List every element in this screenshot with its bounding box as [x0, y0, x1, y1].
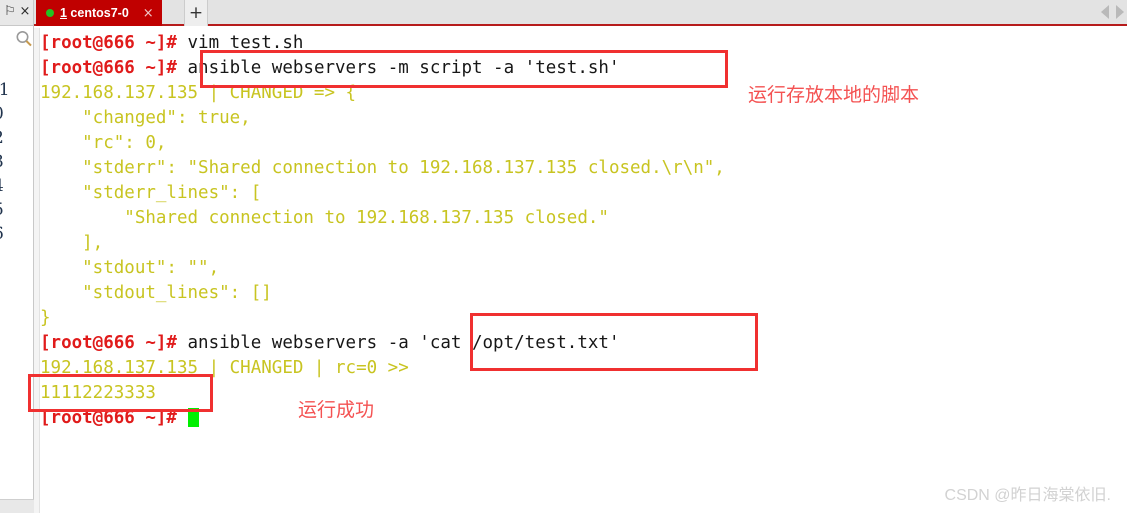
list-item[interactable]: 6 [0, 222, 33, 246]
dock-number-list: -1 0 2 3 4 5 6 [0, 78, 33, 246]
list-item[interactable]: 2 [0, 126, 33, 150]
left-dock-panel: ⚐ × -1 0 2 3 4 5 6 [0, 0, 34, 513]
shell-prompt: [root@666 ~]# [40, 33, 188, 53]
list-item[interactable]: -1 [0, 78, 33, 102]
shell-prompt: [root@666 ~]# [40, 58, 188, 78]
chevron-right-icon[interactable] [1116, 5, 1124, 19]
tab-nav-controls [1101, 5, 1124, 19]
list-item[interactable]: 4 [0, 174, 33, 198]
tab-label: 1 centos7-0 [60, 6, 129, 20]
list-item[interactable]: 0 [0, 102, 33, 126]
terminal-line: ], [40, 233, 104, 253]
watermark: CSDN @昨日海棠依旧. [944, 487, 1111, 504]
shell-command: ansible webservers -m script -a 'test.sh… [187, 58, 620, 78]
terminal-line: "stdout_lines": [] [40, 283, 272, 303]
shell-command: vim test.sh [187, 33, 304, 53]
terminal-line: "stdout": "", [40, 258, 220, 278]
terminal-line: [root@666 ~]# ansible webservers -m scri… [40, 56, 1120, 81]
terminal-line: "Shared connection to 192.168.137.135 cl… [40, 208, 609, 228]
terminal-line: [root@666 ~]# vim test.sh [40, 31, 1120, 56]
terminal-line: 192.168.137.135 | CHANGED | rc=0 >> [40, 358, 409, 378]
tab-mnemonic: 1 [60, 6, 67, 20]
terminal-line: "rc": 0, [40, 133, 167, 153]
tab-bar: 1 centos7-0 × + [34, 0, 1127, 26]
terminal-line: "stderr": "Shared connection to 192.168.… [40, 158, 725, 178]
terminal-line: "stderr_lines": [ [40, 183, 262, 203]
pin-icon[interactable]: ⚐ [3, 4, 17, 20]
new-tab-button[interactable]: + [184, 0, 208, 26]
list-item[interactable]: 3 [0, 150, 33, 174]
terminal-line: "changed": true, [40, 108, 251, 128]
dock-header: ⚐ × [0, 0, 33, 26]
terminal-lines: [root@666 ~]# vim test.sh [root@666 ~]# … [40, 31, 1120, 431]
shell-prompt: [root@666 ~]# [40, 333, 188, 353]
chevron-left-icon[interactable] [1101, 5, 1109, 19]
status-dot-icon [46, 9, 54, 17]
search-icon[interactable] [15, 30, 33, 48]
terminal-line: [root@666 ~]# [40, 406, 1120, 431]
shell-command: ansible webservers -a 'cat /opt/test.txt… [187, 333, 620, 353]
terminal-output-area[interactable]: [root@666 ~]# vim test.sh [root@666 ~]# … [34, 28, 1127, 513]
list-item[interactable]: 5 [0, 198, 33, 222]
annotation-run-local-script: 运行存放本地的脚本 [748, 84, 920, 106]
terminal-line: 192.168.137.135 | CHANGED => { [40, 83, 357, 103]
app-window: ⚐ × -1 0 2 3 4 5 6 1 centos7-0 × + [0, 0, 1127, 513]
terminal-line: } [40, 308, 51, 328]
terminal-cursor [187, 408, 199, 427]
close-icon[interactable]: × [18, 4, 32, 20]
annotation-run-success: 运行成功 [298, 399, 375, 421]
dock-footer [0, 499, 34, 513]
terminal-line: [root@666 ~]# ansible webservers -a 'cat… [40, 331, 1120, 356]
tab-title: centos7-0 [66, 6, 129, 20]
shell-prompt: [root@666 ~]# [40, 408, 188, 428]
terminal-line: 11112223333 [40, 383, 156, 403]
tab-close-icon[interactable]: × [143, 6, 154, 21]
tab-centos7-0[interactable]: 1 centos7-0 × [36, 0, 162, 26]
